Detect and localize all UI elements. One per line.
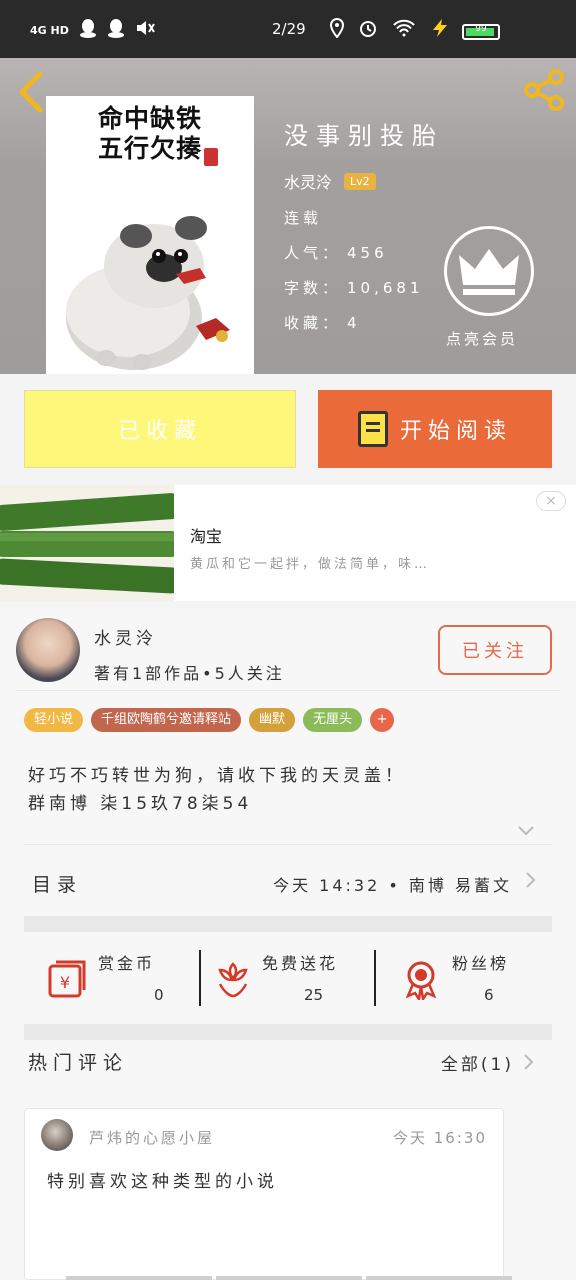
reward-coins-value: 0 <box>154 986 164 1004</box>
alarm-icon <box>358 18 378 42</box>
follow-button[interactable]: 已关注 <box>438 625 552 675</box>
medal-icon <box>405 961 437 1000</box>
comment-time: 今天 16:30 <box>393 1129 487 1147</box>
status-bar: 4G HD 2/29 99 <box>0 0 576 58</box>
chevron-left-icon <box>19 71 43 113</box>
section-divider <box>24 1024 552 1040</box>
hot-comments-title: 热门评论 <box>28 1052 129 1074</box>
book-details: 水灵泠 著有1部作品•5人关注 已关注 轻小说 千组欧陶鹤兮邀请释站 幽默 无厘… <box>0 608 576 1280</box>
author-card-stats: 著有1部作品•5人关注 <box>94 664 285 683</box>
comment-card[interactable]: 芦炜的心愿小屋 今天 16:30 特别喜欢这种类型的小说 <box>24 1108 504 1280</box>
vertical-divider <box>199 950 201 1006</box>
ad-description[interactable]: 黄瓜和它一起拌，做法简单，味… <box>190 553 430 572</box>
word-count-row: 字数： 10,681 <box>284 277 444 298</box>
chevron-down-icon <box>518 826 534 836</box>
share-button[interactable] <box>522 68 566 112</box>
ad-title[interactable]: 淘宝 <box>190 523 222 547</box>
share-icon <box>524 69 564 111</box>
status-right-icons <box>329 17 450 42</box>
word-count-value: 10,681 <box>347 279 424 297</box>
chevron-right-icon[interactable] <box>520 1054 536 1070</box>
author-level-badge: Lv2 <box>344 172 376 190</box>
toc-label: 目录 <box>32 874 83 896</box>
tag-list: 轻小说 千组欧陶鹤兮邀请释站 幽默 无厘头 + <box>24 708 395 732</box>
reward-coins[interactable]: ¥ 赏金币 0 <box>46 944 186 1014</box>
serial-status: 连载 <box>284 209 323 227</box>
word-count-label: 字数： <box>284 279 342 297</box>
back-button[interactable] <box>14 70 48 114</box>
ad-image[interactable] <box>0 485 174 601</box>
author-avatar[interactable] <box>16 618 80 682</box>
fan-ranking-value: 6 <box>484 986 494 1004</box>
battery-icon: 99 <box>462 24 500 40</box>
book-info: 没事别投胎 水灵泠 Lv2 连载 人气： 456 字数： 10,681 收藏： 4 <box>284 116 444 333</box>
network-indicator: 4G HD <box>30 23 69 37</box>
popularity-label: 人气： <box>284 244 342 262</box>
book-intro: 好巧不巧转世为狗，请收下我的天灵盖！ 群南博 柒15玖78柒54 <box>28 762 406 818</box>
location-icon <box>329 17 345 42</box>
tag-invite[interactable]: 千组欧陶鹤兮邀请释站 <box>91 708 242 732</box>
qq-icon <box>107 18 125 42</box>
start-reading-label: 开始阅读 <box>399 419 512 444</box>
battery-level: 99 <box>475 24 487 34</box>
pug-illustration <box>66 216 230 370</box>
tag-nonsense[interactable]: 无厘头 <box>303 708 363 732</box>
intro-line2: 群南博 柒15玖78柒54 <box>28 794 253 814</box>
author-row[interactable]: 水灵泠 Lv2 <box>284 169 444 193</box>
svg-text:¥: ¥ <box>60 973 70 992</box>
favorites-row: 收藏： 4 <box>284 312 444 333</box>
popularity-row: 人气： 456 <box>284 242 444 263</box>
divider <box>16 690 560 691</box>
crown-icon <box>459 249 519 295</box>
charging-icon <box>430 18 450 42</box>
flower-icon <box>218 962 248 998</box>
popularity-value: 456 <box>347 244 388 262</box>
red-envelope-icon: ¥ <box>48 960 86 998</box>
favorites-value: 4 <box>347 314 361 332</box>
free-flowers-value: 25 <box>304 986 324 1004</box>
start-reading-button[interactable]: 开始阅读 <box>318 390 552 468</box>
qq-icon <box>79 18 97 42</box>
section-divider <box>24 916 552 932</box>
tag-humor[interactable]: 幽默 <box>249 708 296 732</box>
commenter-name[interactable]: 芦炜的心愿小屋 <box>89 1127 215 1148</box>
author-name[interactable]: 水灵泠 <box>284 169 332 193</box>
support-stats-row: ¥ 赏金币 0 免费送花 25 粉丝榜 6 <box>24 932 552 1024</box>
ad-close-button[interactable]: × <box>536 491 566 511</box>
free-flowers[interactable]: 免费送花 25 <box>212 944 372 1014</box>
cucumber-image <box>0 485 174 601</box>
all-comments-link[interactable]: 全部(1) <box>441 1050 514 1075</box>
favorites-label: 收藏： <box>284 314 342 332</box>
book-cover[interactable]: 命中缺铁 五行欠揍 <box>46 96 254 374</box>
mute-icon <box>135 19 155 41</box>
book-header: 命中缺铁 五行欠揍 没事别投胎 水灵泠 Lv2 连载 人气： 456 字数： 1… <box>0 58 576 374</box>
add-tag-button[interactable]: + <box>370 708 395 732</box>
bottom-indicator <box>66 1276 512 1280</box>
tag-light-novel[interactable]: 轻小说 <box>24 708 84 732</box>
free-flowers-label: 免费送花 <box>262 954 339 973</box>
fan-ranking[interactable]: 粉丝榜 6 <box>400 944 540 1014</box>
vip-button[interactable] <box>444 226 534 316</box>
intro-line1: 好巧不巧转世为狗，请收下我的天灵盖！ <box>28 766 406 786</box>
comment-text: 特别喜欢这种类型的小说 <box>47 1172 278 1192</box>
toc-latest-update: 今天 14:32 • 南博 易蓄文 <box>273 876 512 895</box>
wifi-icon <box>392 19 416 41</box>
status-left-icons: 4G HD <box>30 18 155 42</box>
book-title: 没事别投胎 <box>284 122 444 150</box>
vip-label[interactable]: 点亮会员 <box>446 328 518 349</box>
expand-intro-button[interactable] <box>518 822 534 838</box>
vertical-divider <box>374 950 376 1006</box>
reward-coins-label: 赏金币 <box>98 954 156 973</box>
table-of-contents-row[interactable]: 目录 今天 14:32 • 南博 易蓄文 <box>24 844 552 918</box>
commenter-avatar[interactable] <box>41 1119 73 1151</box>
chevron-right-icon <box>526 872 536 888</box>
ad-banner[interactable]: 淘宝 黄瓜和它一起拌，做法简单，味… × <box>0 485 576 601</box>
status-time: 2/29 <box>272 20 306 38</box>
fan-ranking-label: 粉丝榜 <box>452 954 510 973</box>
book-icon <box>357 411 388 447</box>
collected-button[interactable]: 已收藏 <box>24 390 296 468</box>
author-card-name[interactable]: 水灵泠 <box>94 624 157 649</box>
